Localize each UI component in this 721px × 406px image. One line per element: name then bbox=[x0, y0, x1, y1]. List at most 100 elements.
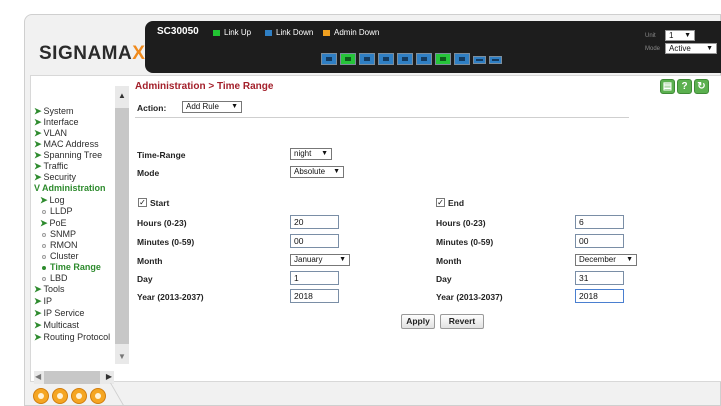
chat-icon[interactable] bbox=[71, 388, 87, 404]
start-hours-label: Hours (0-23) bbox=[137, 218, 187, 228]
bullet-icon bbox=[42, 276, 46, 281]
bullet-icon bbox=[42, 232, 46, 237]
start-minutes-input[interactable]: 00 bbox=[290, 234, 339, 248]
page-title: Administration > Time Range bbox=[135, 81, 274, 92]
mode-select-device[interactable]: Active ▼ bbox=[665, 43, 717, 54]
bottom-tab-divider bbox=[110, 383, 154, 406]
content-area: ➤ System ➤ Interface ➤ VLAN ➤ MAC Address ➤ S… bbox=[30, 75, 721, 384]
scroll-thumb[interactable] bbox=[115, 108, 129, 344]
sidebar-item-routing-protocol[interactable]: ➤ Routing Protocol bbox=[34, 332, 110, 342]
apply-button[interactable]: Apply bbox=[401, 314, 435, 329]
end-month-label: Month bbox=[436, 256, 462, 266]
sidebar-horizontal-scrollbar[interactable]: ◀ ▶ bbox=[34, 371, 114, 384]
unit-label: Unit bbox=[645, 33, 656, 39]
action-label: Action: bbox=[137, 103, 167, 113]
sidebar-item-administration[interactable]: V Administration bbox=[34, 183, 106, 193]
port-1[interactable] bbox=[321, 53, 337, 65]
action-select[interactable]: Add Rule ▼ bbox=[182, 101, 242, 113]
sidebar-item-vlan[interactable]: ➤ VLAN bbox=[34, 128, 67, 138]
bullet-icon bbox=[42, 243, 46, 248]
help-icon[interactable]: ? bbox=[677, 79, 692, 94]
end-hours-label: Hours (0-23) bbox=[436, 218, 486, 228]
port-8[interactable] bbox=[454, 53, 470, 65]
start-checkbox[interactable]: ✓ bbox=[138, 198, 147, 207]
bullet-icon bbox=[42, 265, 46, 270]
info-icon[interactable] bbox=[52, 388, 68, 404]
time-range-label: Time-Range bbox=[137, 150, 186, 160]
sidebar-item-lbd[interactable]: LBD bbox=[42, 273, 68, 283]
port-2[interactable] bbox=[340, 53, 356, 65]
bullet-icon bbox=[42, 209, 46, 214]
sfp-port-1[interactable] bbox=[473, 56, 486, 64]
end-year-label: Year (2013-2037) bbox=[436, 292, 503, 302]
sidebar-item-traffic[interactable]: ➤ Traffic bbox=[34, 161, 68, 171]
port-7[interactable] bbox=[435, 53, 451, 65]
end-day-input[interactable]: 31 bbox=[575, 271, 624, 285]
port-3[interactable] bbox=[359, 53, 375, 65]
sidebar-item-log[interactable]: ➤ Log bbox=[40, 195, 65, 205]
end-hours-input[interactable]: 6 bbox=[575, 215, 624, 229]
scroll-down-icon[interactable]: ▼ bbox=[118, 352, 126, 361]
scroll-thumb-horizontal[interactable] bbox=[44, 371, 100, 384]
bottom-toolbar bbox=[33, 388, 109, 404]
start-month-select[interactable]: January ▼ bbox=[290, 254, 350, 266]
start-month-label: Month bbox=[137, 256, 163, 266]
end-minutes-label: Minutes (0-59) bbox=[436, 237, 494, 247]
main-panel: Administration > Time Range ▤ ? ↻ Action… bbox=[135, 76, 721, 381]
toolbar-icons: ▤ ? ↻ bbox=[660, 79, 711, 94]
sidebar-item-interface[interactable]: ➤ Interface bbox=[34, 117, 79, 127]
end-checkbox[interactable]: ✓ bbox=[436, 198, 445, 207]
start-year-input[interactable]: 2018 bbox=[290, 289, 339, 303]
legend-link-up: Link Up bbox=[213, 28, 251, 37]
legend-admin-down: Admin Down bbox=[323, 28, 379, 37]
port-6[interactable] bbox=[416, 53, 432, 65]
refresh-icon[interactable]: ↻ bbox=[694, 79, 709, 94]
sfp-port-2[interactable] bbox=[489, 56, 502, 64]
start-day-label: Day bbox=[137, 274, 153, 284]
end-day-label: Day bbox=[436, 274, 452, 284]
mode-select[interactable]: Absolute ▼ bbox=[290, 166, 344, 178]
sidebar-item-snmp[interactable]: SNMP bbox=[42, 229, 76, 239]
sidebar-item-spanning-tree[interactable]: ➤ Spanning Tree bbox=[34, 150, 102, 160]
scroll-right-icon[interactable]: ▶ bbox=[106, 372, 112, 381]
sidebar-item-system[interactable]: ➤ System bbox=[34, 106, 74, 116]
sidebar-item-ip-service[interactable]: ➤ IP Service bbox=[34, 308, 84, 318]
port-4[interactable] bbox=[378, 53, 394, 65]
legend-link-down: Link Down bbox=[265, 28, 313, 37]
start-label: Start bbox=[150, 198, 170, 208]
scroll-up-icon[interactable]: ▲ bbox=[118, 91, 126, 100]
sidebar-item-cluster[interactable]: Cluster bbox=[42, 251, 79, 261]
mode-label-device: Mode bbox=[645, 46, 661, 52]
end-month-select[interactable]: December ▼ bbox=[575, 254, 637, 266]
end-year-input[interactable]: 2018 bbox=[575, 289, 624, 303]
start-day-input[interactable]: 1 bbox=[290, 271, 339, 285]
logout-icon[interactable] bbox=[90, 388, 106, 404]
sidebar-item-mac-address[interactable]: ➤ MAC Address bbox=[34, 139, 99, 149]
sidebar-item-poe[interactable]: ➤ PoE bbox=[40, 218, 67, 228]
start-minutes-label: Minutes (0-59) bbox=[137, 237, 195, 247]
mode-label: Mode bbox=[137, 168, 160, 178]
revert-button[interactable]: Revert bbox=[440, 314, 484, 329]
sidebar-item-ip[interactable]: ➤ IP bbox=[34, 296, 52, 306]
sidebar-item-tools[interactable]: ➤ Tools bbox=[34, 284, 65, 294]
home-icon[interactable] bbox=[33, 388, 49, 404]
action-row: Action: Add Rule ▼ bbox=[135, 100, 629, 118]
sidebar-item-multicast[interactable]: ➤ Multicast bbox=[34, 320, 79, 330]
port-5[interactable] bbox=[397, 53, 413, 65]
start-hours-input[interactable]: 20 bbox=[290, 215, 339, 229]
sidebar-vertical-scrollbar[interactable]: ▲ ▼ bbox=[115, 86, 129, 364]
save-icon[interactable]: ▤ bbox=[660, 79, 675, 94]
time-range-select[interactable]: night ▼ bbox=[290, 148, 332, 160]
sidebar-item-rmon[interactable]: RMON bbox=[42, 240, 78, 250]
end-minutes-input[interactable]: 00 bbox=[575, 234, 624, 248]
brand-logo: SIGNAMAX bbox=[39, 43, 146, 64]
scroll-left-icon[interactable]: ◀ bbox=[35, 372, 41, 381]
sidebar-item-lldp[interactable]: LLDP bbox=[42, 206, 73, 216]
unit-select[interactable]: 1 ▼ bbox=[665, 30, 695, 41]
port-panel bbox=[321, 53, 505, 65]
sidebar-item-security[interactable]: ➤ Security bbox=[34, 172, 76, 182]
sidebar-item-time-range[interactable]: Time Range bbox=[42, 262, 101, 272]
app-frame: SIGNAMAX SC30050 Link Up Link Down Admin… bbox=[24, 14, 721, 406]
device-panel: SC30050 Link Up Link Down Admin Down Uni… bbox=[145, 21, 721, 73]
bullet-icon bbox=[42, 254, 46, 259]
